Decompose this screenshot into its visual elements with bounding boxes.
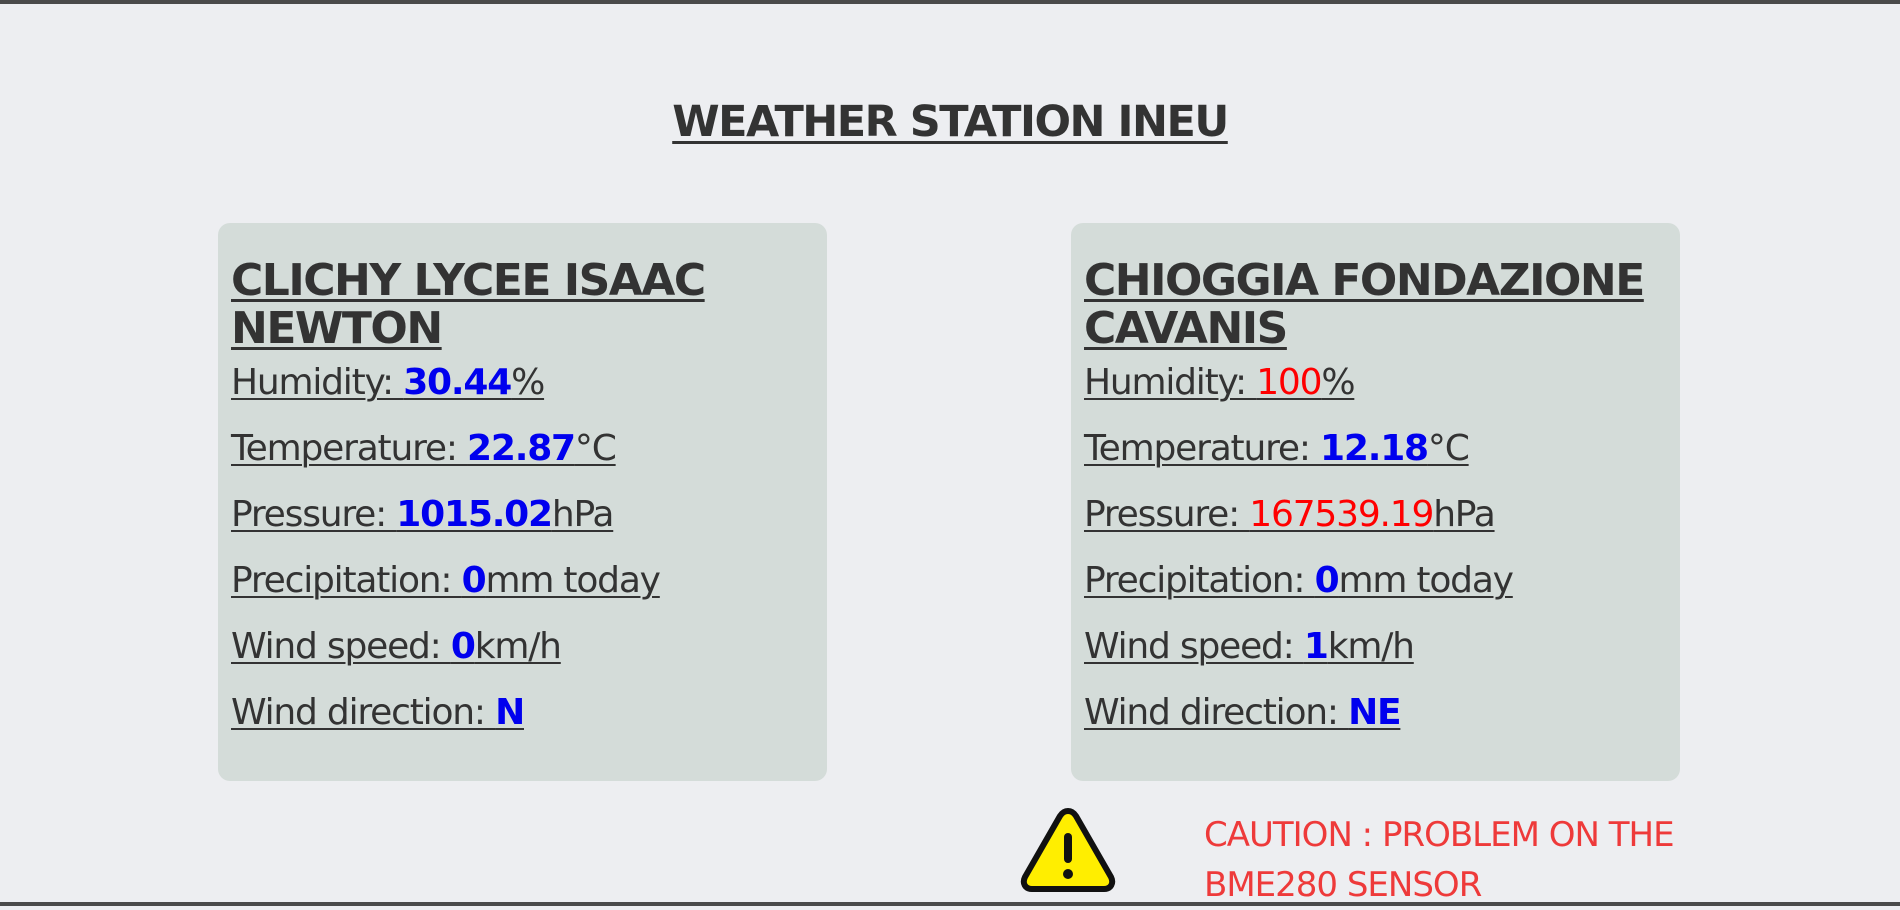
- humidity-reading: Humidity: 100%: [1084, 363, 1670, 403]
- wind-speed-value: 1: [1303, 626, 1329, 667]
- precipitation-label: Precipitation:: [1084, 560, 1315, 601]
- bottom-border: [0, 902, 1900, 906]
- pressure-label: Pressure:: [1084, 494, 1250, 535]
- pressure-unit: hPa: [551, 494, 615, 535]
- humidity-label: Humidity:: [1084, 362, 1257, 403]
- top-border: [0, 0, 1900, 4]
- temperature-reading: Temperature: 22.87°C: [231, 429, 817, 469]
- precipitation-unit: mm today: [485, 560, 661, 601]
- temperature-label: Temperature:: [1084, 428, 1321, 469]
- wind-direction-value: N: [495, 692, 525, 733]
- humidity-reading: Humidity: 30.44%: [231, 363, 817, 403]
- temperature-reading: Temperature: 12.18°C: [1084, 429, 1670, 469]
- wind-speed-label: Wind speed:: [231, 626, 451, 667]
- station-name: CLICHY LYCEE ISAAC NEWTON: [231, 255, 706, 354]
- wind-speed-reading: Wind speed: 1km/h: [1084, 627, 1670, 667]
- pressure-value: 1015.02: [396, 494, 553, 535]
- wind-speed-unit: km/h: [474, 626, 562, 667]
- humidity-value: 100: [1256, 362, 1322, 403]
- station-card-chioggia: CHIOGGIA FONDAZIONE CAVANIS Humidity: 10…: [1071, 223, 1680, 781]
- precipitation-reading: Precipitation: 0mm today: [1084, 561, 1670, 601]
- temperature-value: 22.87: [467, 428, 576, 469]
- wind-speed-value: 0: [450, 626, 476, 667]
- pressure-reading: Pressure: 1015.02hPa: [231, 495, 817, 535]
- temperature-value: 12.18: [1320, 428, 1429, 469]
- precipitation-value: 0: [461, 560, 487, 601]
- pressure-reading: Pressure: 167539.19hPa: [1084, 495, 1670, 535]
- precipitation-value: 0: [1314, 560, 1340, 601]
- temperature-unit: °C: [1427, 428, 1470, 469]
- precipitation-label: Precipitation:: [231, 560, 462, 601]
- humidity-value: 30.44: [403, 362, 512, 403]
- precipitation-reading: Precipitation: 0mm today: [231, 561, 817, 601]
- wind-direction-value: NE: [1348, 692, 1402, 733]
- wind-direction-reading: Wind direction: NE: [1084, 693, 1670, 733]
- humidity-unit: %: [511, 362, 545, 403]
- page-title: WEATHER STATION INEU: [672, 97, 1229, 147]
- station-name: CHIOGGIA FONDAZIONE CAVANIS: [1084, 255, 1645, 354]
- pressure-label: Pressure:: [231, 494, 397, 535]
- wind-direction-label: Wind direction:: [1084, 692, 1349, 733]
- temperature-label: Temperature:: [231, 428, 468, 469]
- wind-speed-label: Wind speed:: [1084, 626, 1304, 667]
- sensor-alert-text: CAUTION : PROBLEM ON THE BME280 SENSOR: [1204, 815, 1675, 905]
- warning-triangle-icon: [1020, 808, 1116, 892]
- station-card-clichy: CLICHY LYCEE ISAAC NEWTON Humidity: 30.4…: [218, 223, 827, 781]
- pressure-unit: hPa: [1433, 494, 1496, 535]
- wind-direction-reading: Wind direction: N: [231, 693, 817, 733]
- wind-speed-unit: km/h: [1327, 626, 1415, 667]
- wind-speed-reading: Wind speed: 0km/h: [231, 627, 817, 667]
- temperature-unit: °C: [574, 428, 617, 469]
- precipitation-unit: mm today: [1338, 560, 1514, 601]
- humidity-unit: %: [1321, 362, 1355, 403]
- pressure-value: 167539.19: [1249, 494, 1434, 535]
- wind-direction-label: Wind direction:: [231, 692, 496, 733]
- humidity-label: Humidity:: [231, 362, 404, 403]
